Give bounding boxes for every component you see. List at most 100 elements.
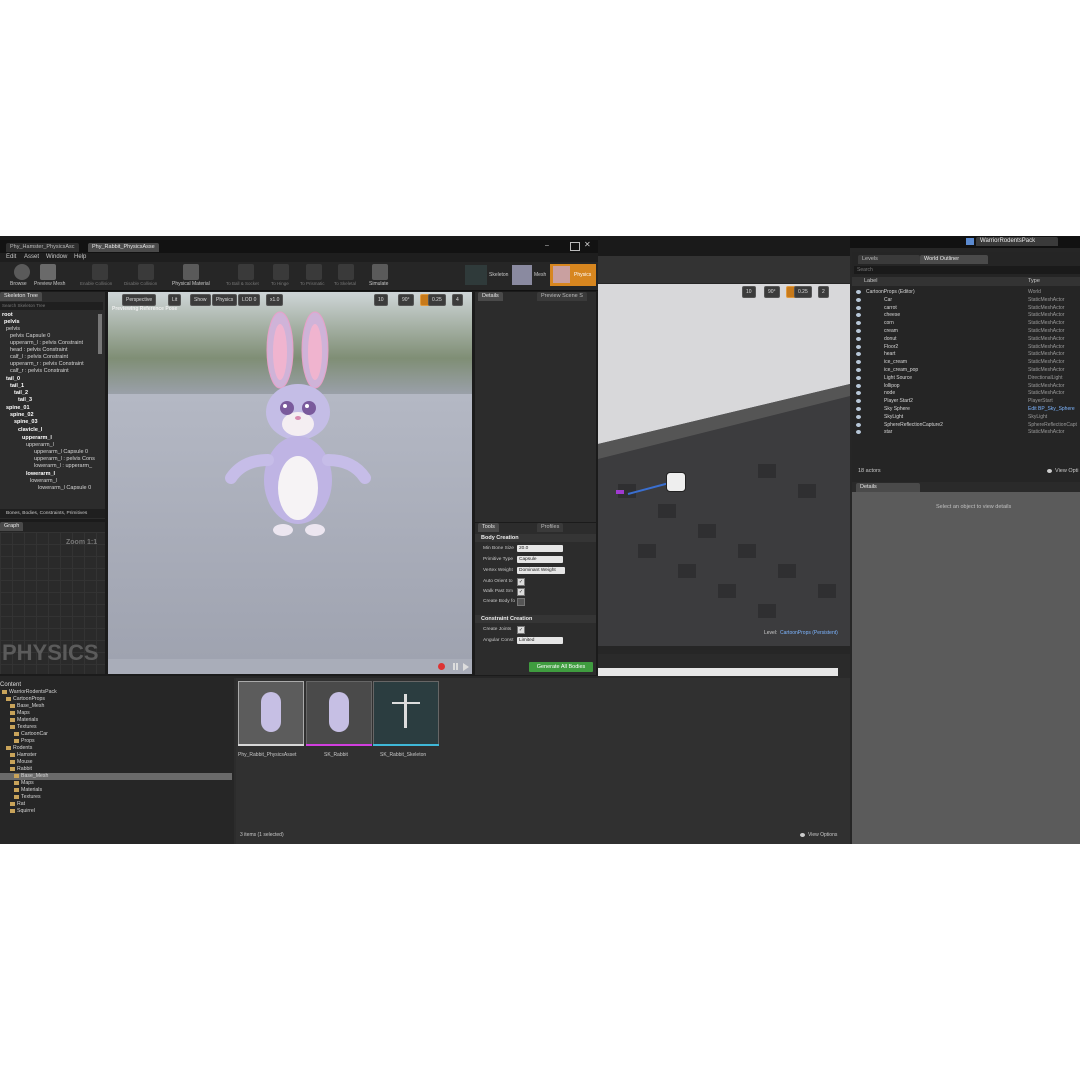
visibility-eye-icon[interactable]: [856, 422, 861, 427]
asset-tile[interactable]: [238, 681, 304, 745]
skeleton-search-input[interactable]: Search Skeleton Tree: [0, 302, 103, 310]
skeleton-tree-scrollbar[interactable]: [98, 314, 102, 354]
walk-past-checkbox[interactable]: ✓: [517, 588, 525, 596]
perspective-button[interactable]: Perspective: [122, 294, 157, 306]
tab-graph[interactable]: Graph: [0, 522, 24, 531]
tree-item[interactable]: spine_03: [14, 419, 38, 425]
visibility-eye-icon[interactable]: [856, 321, 861, 326]
tree-item[interactable]: upperarm_r : pelvis Constraint: [10, 361, 84, 367]
menu-edit[interactable]: Edit: [6, 254, 16, 260]
content-view-options[interactable]: View Options: [808, 832, 837, 838]
outliner-row[interactable]: Sky Sphere Edit BP_Sky_Sphere: [852, 405, 1080, 413]
rotation-snap-value[interactable]: 90°: [398, 294, 414, 306]
visibility-eye-icon[interactable]: [856, 360, 861, 365]
ball-socket-icon[interactable]: [238, 264, 254, 280]
content-folder[interactable]: Hamster: [0, 752, 232, 759]
lod-button[interactable]: LOD 0: [238, 294, 261, 306]
tree-item[interactable]: calf_r : pelvis Constraint: [10, 368, 69, 374]
outliner-row[interactable]: Light Source DirectionalLight: [852, 374, 1080, 382]
preview-mesh-icon[interactable]: [40, 264, 56, 280]
min-bone-size-field[interactable]: 20.0: [517, 545, 563, 552]
player-start-icon[interactable]: [666, 472, 686, 492]
tree-item[interactable]: pelvis Capsule 0: [10, 333, 50, 339]
outliner-row[interactable]: SkyLight SkyLight: [852, 413, 1080, 421]
outliner-row[interactable]: SphereReflectionCapture2 SphereReflection…: [852, 421, 1080, 429]
skeleton-filter-bar[interactable]: Bones, Bodies, Constraints, Primitives: [0, 509, 105, 518]
tree-item[interactable]: spine_01: [6, 405, 30, 411]
visibility-eye-icon[interactable]: [856, 383, 861, 388]
tree-item[interactable]: lowerarm_l: [30, 478, 57, 484]
tree-item[interactable]: root: [2, 312, 13, 318]
content-folder[interactable]: Rat: [0, 801, 232, 808]
tree-item[interactable]: upperarm_l Capsule 0: [34, 449, 88, 455]
outliner-row[interactable]: Player Start2 PlayerStart: [852, 397, 1080, 405]
outliner-row[interactable]: heart StaticMeshActor: [852, 350, 1080, 358]
outliner-row[interactable]: CartoonProps (Editor) World: [852, 288, 1080, 296]
create-body-checkbox[interactable]: [517, 598, 525, 606]
tree-item[interactable]: spine_02: [10, 412, 34, 418]
visibility-eye-icon[interactable]: [856, 290, 861, 294]
tab-preview-scene[interactable]: Preview Scene S: [537, 292, 587, 301]
window-minimize-icon[interactable]: –: [545, 242, 553, 250]
skeleton-mode-icon[interactable]: [465, 265, 487, 285]
tree-item[interactable]: pelvis: [4, 319, 20, 325]
outliner-view-options[interactable]: View Opti: [1055, 468, 1078, 474]
content-folder[interactable]: Maps: [0, 780, 232, 787]
visibility-eye-icon[interactable]: [856, 375, 861, 380]
content-folder[interactable]: WarriorRodentsPack: [0, 689, 232, 696]
pause-icon[interactable]: [452, 663, 459, 670]
angular-constraint-select[interactable]: Limited: [517, 637, 563, 644]
auto-orient-checkbox[interactable]: ✓: [517, 578, 525, 586]
asset-tile[interactable]: [373, 681, 439, 745]
physical-material-icon[interactable]: [183, 264, 199, 280]
disable-collision-icon[interactable]: [138, 264, 154, 280]
col-label[interactable]: Label: [864, 278, 877, 284]
level-scale-snap[interactable]: 0.25: [794, 286, 812, 298]
prismatic-icon[interactable]: [306, 264, 322, 280]
window-close-icon[interactable]: ✕: [584, 240, 591, 249]
physics-mode-button[interactable]: Physics: [550, 264, 596, 286]
rabbit-mesh[interactable]: [223, 310, 383, 550]
create-joints-checkbox[interactable]: ✓: [517, 626, 525, 634]
tree-item[interactable]: tail_0: [6, 376, 20, 382]
outliner-row[interactable]: star StaticMeshActor: [852, 428, 1080, 436]
visibility-eye-icon[interactable]: [856, 297, 861, 302]
tree-item[interactable]: lowerarm_l: [26, 471, 55, 477]
tab-levels[interactable]: Levels: [858, 255, 920, 264]
outliner-row[interactable]: lollipop StaticMeshActor: [852, 382, 1080, 390]
tree-item[interactable]: pelvis: [6, 326, 20, 332]
level-grid-snap[interactable]: 10: [742, 286, 756, 298]
visibility-eye-icon[interactable]: [856, 352, 861, 357]
outliner-row[interactable]: carrot StaticMeshActor: [852, 304, 1080, 312]
tree-item[interactable]: tail_1: [10, 383, 24, 389]
enable-collision-icon[interactable]: [92, 264, 108, 280]
skeletal-icon[interactable]: [338, 264, 354, 280]
content-folder[interactable]: CartoonCar: [0, 731, 232, 738]
record-icon[interactable]: [438, 663, 445, 670]
outliner-row[interactable]: corn StaticMeshActor: [852, 319, 1080, 327]
menu-help[interactable]: Help: [74, 254, 86, 260]
mesh-mode-label[interactable]: Mesh: [534, 272, 546, 278]
visibility-eye-icon[interactable]: [856, 430, 861, 435]
outliner-row[interactable]: cheese StaticMeshActor: [852, 311, 1080, 319]
outliner-row[interactable]: cream StaticMeshActor: [852, 327, 1080, 335]
visibility-eye-icon[interactable]: [856, 414, 861, 419]
menu-window[interactable]: Window: [46, 254, 67, 260]
content-folder[interactable]: Rodents: [0, 745, 232, 752]
tree-item[interactable]: calf_l : pelvis Constraint: [10, 354, 68, 360]
vertex-weight-select[interactable]: Dominant Weight: [517, 567, 565, 574]
lit-button[interactable]: Lit: [168, 294, 182, 306]
mesh-mode-icon[interactable]: [512, 265, 532, 285]
tab-details[interactable]: Details: [478, 292, 503, 301]
visibility-eye-icon[interactable]: [856, 329, 861, 333]
preview-viewport[interactable]: Perspective Lit Show Physics LOD 0 x1.0 …: [108, 292, 472, 674]
window-maximize-icon[interactable]: [570, 242, 580, 251]
col-type[interactable]: Type: [1028, 278, 1040, 284]
primitive-type-select[interactable]: Capsule: [517, 556, 563, 563]
physics-button[interactable]: Physics: [212, 294, 238, 306]
content-folder[interactable]: Rabbit: [0, 766, 232, 773]
tree-item[interactable]: tail_3: [18, 397, 32, 403]
play-rate-button[interactable]: x1.0: [266, 294, 284, 306]
outliner-row[interactable]: node StaticMeshActor: [852, 389, 1080, 397]
outliner-row[interactable]: Floor2 StaticMeshActor: [852, 343, 1080, 351]
